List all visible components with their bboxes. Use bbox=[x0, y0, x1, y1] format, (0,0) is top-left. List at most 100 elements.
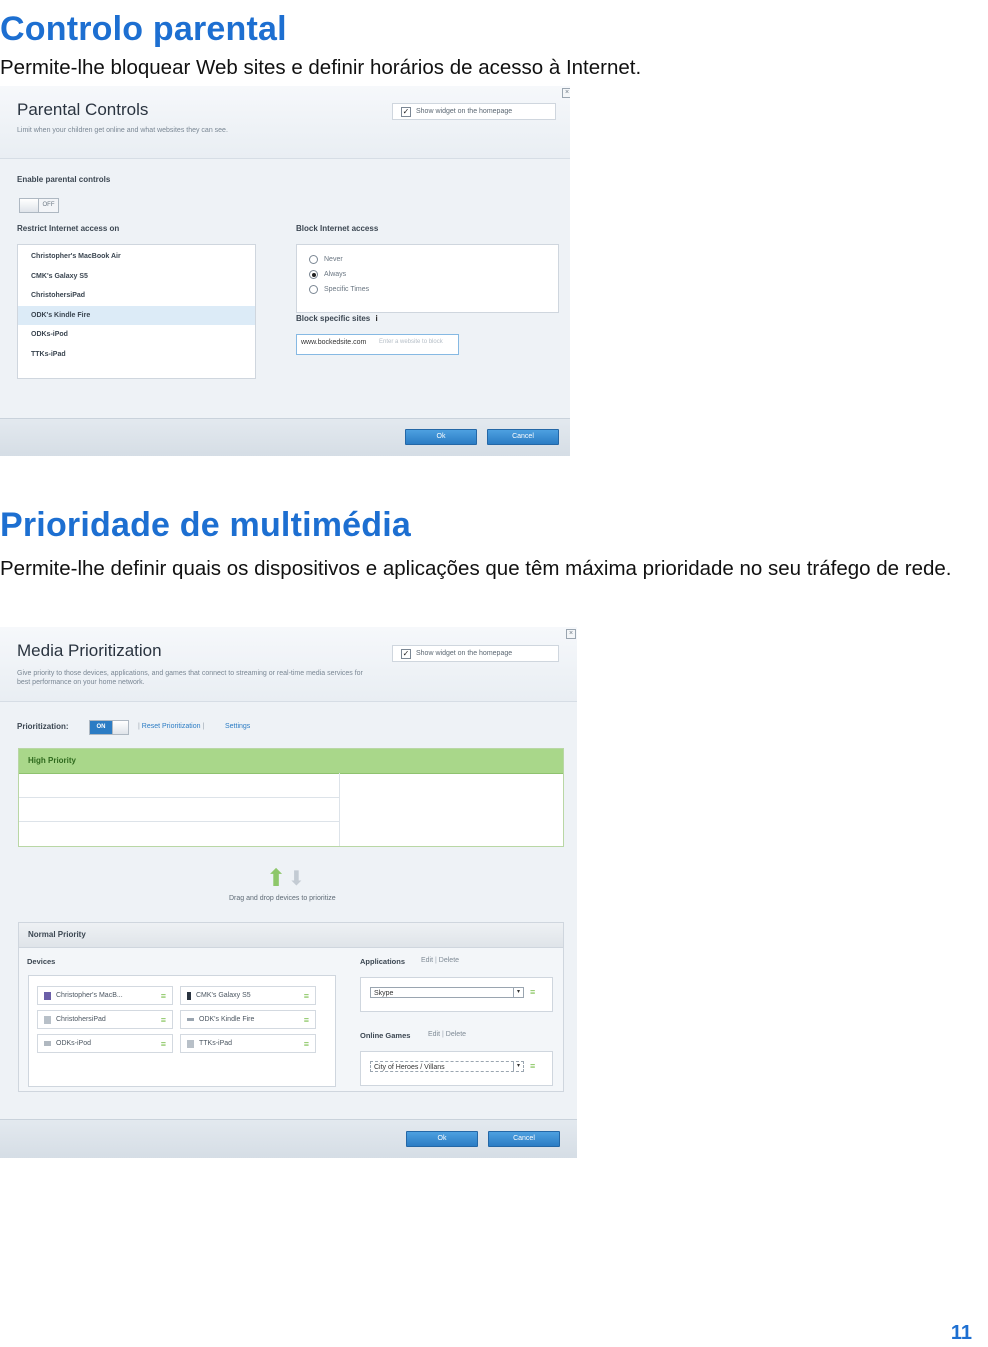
devices-label: Devices bbox=[27, 957, 56, 966]
device-card[interactable]: ODK's Kindle Fire ≡ bbox=[180, 1010, 316, 1029]
cancel-button[interactable]: Cancel bbox=[487, 429, 559, 445]
tablet-icon bbox=[187, 1039, 194, 1048]
media-player-icon bbox=[44, 1041, 51, 1046]
panel-subtitle: Give priority to those devices, applicat… bbox=[17, 670, 363, 686]
device-card[interactable]: ChristohersiPad ≡ bbox=[37, 1010, 173, 1029]
drag-handle-icon[interactable]: ≡ bbox=[161, 991, 166, 1000]
ereader-icon bbox=[187, 1018, 194, 1021]
radio-icon bbox=[309, 255, 318, 264]
ok-button[interactable]: Ok bbox=[406, 1131, 478, 1147]
block-sites-text: Block specific sites bbox=[296, 314, 371, 323]
dropdown-arrow-icon: ▾ bbox=[513, 1062, 523, 1071]
show-widget-checkbox[interactable]: ✓ Show widget on the homepage bbox=[392, 645, 559, 662]
device-item[interactable]: TTKs-iPad bbox=[18, 345, 255, 365]
device-card[interactable]: CMK's Galaxy S5 ≡ bbox=[180, 986, 316, 1005]
reset-link-text: Reset Prioritization bbox=[141, 723, 201, 730]
device-item[interactable]: ODKs-iPod bbox=[18, 325, 255, 345]
show-widget-label: Show widget on the homepage bbox=[416, 650, 513, 657]
info-icon: i bbox=[375, 314, 378, 323]
media-prioritization-screenshot: Media Prioritization Give priority to th… bbox=[0, 627, 577, 1158]
section-heading-parental: Controlo parental bbox=[0, 10, 287, 48]
section-description-media: Permite-lhe definir quais os dispositivo… bbox=[0, 557, 952, 580]
site-input-placeholder[interactable]: Enter a website to block bbox=[379, 339, 443, 345]
settings-link[interactable]: Settings bbox=[225, 723, 250, 730]
drag-handle-icon[interactable]: ≡ bbox=[304, 1039, 309, 1048]
cancel-button[interactable]: Cancel bbox=[488, 1131, 560, 1147]
radio-label: Never bbox=[324, 256, 343, 263]
panel-title: Media Prioritization bbox=[17, 641, 162, 660]
high-priority-label: High Priority bbox=[28, 756, 77, 765]
application-value: Skype bbox=[374, 990, 394, 997]
games-edit-link[interactable]: Edit | Delete bbox=[428, 1031, 466, 1038]
checkbox-icon: ✓ bbox=[401, 648, 411, 659]
section-description-parental: Permite-lhe bloquear Web sites e definir… bbox=[0, 56, 642, 79]
toggle-knob bbox=[112, 721, 128, 734]
panel-subtitle: Limit when your children get online and … bbox=[17, 127, 228, 134]
device-item[interactable]: ChristohersiPad bbox=[18, 286, 255, 306]
drag-handle-icon[interactable]: ≡ bbox=[161, 1015, 166, 1024]
device-card[interactable]: Christopher's MacB... ≡ bbox=[37, 986, 173, 1005]
parental-toggle[interactable]: OFF bbox=[19, 198, 59, 213]
applications-label: Applications bbox=[360, 957, 405, 966]
block-options-box: Never Always Specific Times bbox=[296, 244, 559, 313]
drag-handle-icon[interactable]: ≡ bbox=[161, 1039, 166, 1048]
radio-never[interactable]: Never bbox=[297, 252, 558, 267]
panel-title: Parental Controls bbox=[17, 100, 149, 119]
radio-always[interactable]: Always bbox=[297, 267, 558, 282]
device-name: ODKs-iPod bbox=[56, 1040, 92, 1047]
device-name: Christopher's MacB... bbox=[56, 992, 123, 999]
device-name: TTKs-iPad bbox=[199, 1040, 233, 1047]
laptop-icon bbox=[44, 991, 51, 1000]
priority-slot bbox=[19, 773, 339, 798]
radio-specific-times[interactable]: Specific Times bbox=[297, 282, 558, 297]
drag-handle-icon[interactable]: ≡ bbox=[530, 1062, 535, 1071]
game-select[interactable]: City of Heroes / Villans ▾ bbox=[370, 1061, 524, 1072]
device-list: Christopher's MacBook Air CMK's Galaxy S… bbox=[17, 244, 256, 379]
close-icon[interactable]: × bbox=[562, 88, 570, 98]
blocked-site-value[interactable]: www.bockedsite.com bbox=[301, 339, 366, 346]
drag-handle-icon[interactable]: ≡ bbox=[530, 988, 535, 997]
prioritization-toggle[interactable]: ON bbox=[89, 720, 129, 735]
restrict-label: Restrict Internet access on bbox=[17, 224, 120, 233]
device-card[interactable]: ODKs-iPod ≡ bbox=[37, 1034, 173, 1053]
prioritization-label: Prioritization: bbox=[17, 722, 69, 731]
device-item-selected[interactable]: ODK's Kindle Fire bbox=[18, 305, 255, 325]
divider bbox=[339, 773, 340, 846]
drag-handle-icon[interactable]: ≡ bbox=[304, 991, 309, 1000]
games-text: Online Games bbox=[360, 1031, 411, 1040]
dropdown-arrow-icon: ▾ bbox=[513, 988, 523, 997]
application-select[interactable]: Skype ▾ bbox=[370, 987, 524, 998]
block-site-input-row: www.bockedsite.com Enter a website to bl… bbox=[296, 334, 459, 355]
device-item[interactable]: Christopher's MacBook Air bbox=[18, 247, 255, 267]
drag-handle-icon[interactable]: ≡ bbox=[304, 1015, 309, 1024]
applications-text: Applications bbox=[360, 957, 406, 966]
show-widget-label: Show widget on the homepage bbox=[416, 108, 513, 115]
online-games-label: Online Games bbox=[360, 1031, 410, 1040]
block-access-label: Block Internet access bbox=[296, 224, 379, 233]
phone-icon bbox=[187, 991, 191, 1000]
normal-priority-header: Normal Priority bbox=[19, 923, 563, 948]
block-sites-label: Block specific sites i bbox=[296, 314, 378, 323]
close-icon[interactable]: × bbox=[566, 629, 576, 639]
device-name: CMK's Galaxy S5 bbox=[196, 992, 251, 999]
radio-label: Always bbox=[324, 271, 347, 278]
checkbox-icon: ✓ bbox=[401, 106, 411, 117]
edit-text: Edit bbox=[428, 1031, 441, 1038]
applications-edit-link[interactable]: Edit | Delete bbox=[421, 957, 459, 964]
game-value: City of Heroes / Villans bbox=[374, 1064, 445, 1071]
ok-button[interactable]: Ok bbox=[405, 429, 477, 445]
normal-priority-label: Normal Priority bbox=[28, 930, 86, 939]
section-heading-media: Prioridade de multimédia bbox=[0, 506, 412, 544]
enable-parental-label: Enable parental controls bbox=[17, 175, 111, 184]
arrow-up-icon: ⬆ bbox=[266, 865, 287, 892]
delete-text: Delete bbox=[438, 957, 460, 964]
device-item[interactable]: CMK's Galaxy S5 bbox=[18, 267, 255, 287]
toggle-state: ON bbox=[90, 721, 112, 734]
drag-hint: Drag and drop devices to prioritize bbox=[229, 895, 336, 902]
parental-controls-screenshot: Parental Controls Limit when your childr… bbox=[0, 86, 570, 456]
device-card[interactable]: TTKs-iPad ≡ bbox=[180, 1034, 316, 1053]
radio-label: Specific Times bbox=[324, 286, 370, 293]
panel-header bbox=[0, 627, 577, 702]
show-widget-checkbox[interactable]: ✓ Show widget on the homepage bbox=[392, 103, 556, 120]
reset-prioritization-link[interactable]: | Reset Prioritization | bbox=[138, 723, 204, 730]
